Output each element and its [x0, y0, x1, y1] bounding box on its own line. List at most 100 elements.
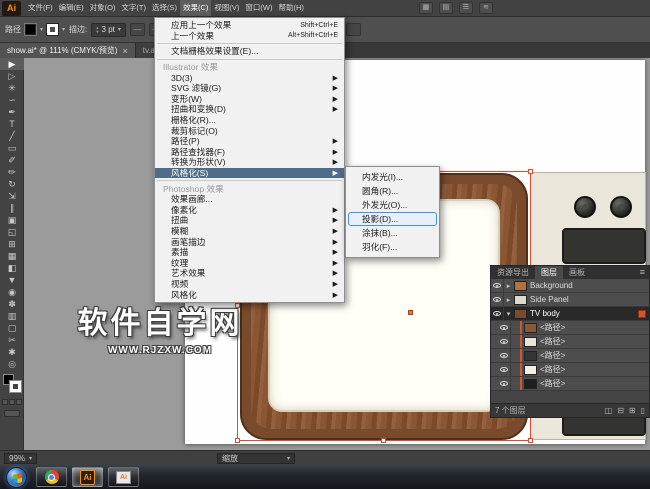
stylize-menu-item[interactable]: 涂抹(B)...: [348, 226, 437, 240]
visibility-eye-icon[interactable]: [491, 307, 504, 320]
status-tool-select[interactable]: 缩放 ▾: [217, 453, 295, 464]
menu-窗口(W)[interactable]: 窗口(W): [242, 0, 275, 16]
visibility-eye-icon[interactable]: [498, 349, 511, 362]
layer-thumbnail[interactable]: [524, 337, 537, 347]
stylize-menu-item[interactable]: 内发光(I)...: [348, 170, 437, 184]
blend-tool[interactable]: ◉: [0, 286, 24, 298]
effect-menu-item[interactable]: 风格化▶: [155, 289, 344, 300]
layer-row[interactable]: ▸ Side Panel: [491, 293, 649, 307]
panel-tab-图层[interactable]: 图层: [535, 266, 563, 279]
stroke-color-swatch[interactable]: [47, 24, 58, 35]
paintbrush-tool[interactable]: ✐: [0, 154, 24, 166]
layer-row[interactable]: <路径>: [491, 377, 649, 391]
pen-tool[interactable]: ✒: [0, 106, 24, 118]
zoom-level-select[interactable]: 99% ▾: [4, 453, 37, 464]
taskbar-document-button[interactable]: Ai: [108, 467, 139, 487]
effect-menu-item[interactable]: 文档栅格效果设置(E)...: [155, 46, 344, 57]
layer-thumbnail[interactable]: [524, 351, 537, 361]
layer-name[interactable]: <路径>: [540, 364, 565, 375]
isolate-options-icon[interactable]: [346, 23, 361, 36]
scale-tool[interactable]: ⇲: [0, 190, 24, 202]
visibility-eye-icon[interactable]: [491, 293, 504, 306]
layer-name[interactable]: <路径>: [540, 336, 565, 347]
layer-row[interactable]: ▾ TV body: [491, 307, 649, 321]
stylize-menu-item[interactable]: 羽化(F)...: [348, 240, 437, 254]
selection-handle[interactable]: [528, 169, 533, 174]
app-options-icon[interactable]: ≋: [479, 2, 493, 14]
selection-handle[interactable]: [381, 438, 386, 443]
type-tool[interactable]: T: [0, 118, 24, 130]
layer-name[interactable]: Side Panel: [530, 295, 569, 304]
stroke-swatch[interactable]: [10, 381, 21, 392]
make-clipping-mask-icon[interactable]: ◫: [605, 404, 613, 418]
visibility-eye-icon[interactable]: [491, 279, 504, 292]
stroke-caret-icon[interactable]: ▾: [62, 26, 65, 33]
layer-row[interactable]: <路径>: [491, 335, 649, 349]
effect-menu-item[interactable]: 风格化(S)▶: [155, 168, 344, 179]
menu-帮助(H)[interactable]: 帮助(H): [276, 0, 307, 16]
direct-selection-tool[interactable]: ▷: [0, 70, 24, 82]
layer-row[interactable]: <路径>: [491, 349, 649, 363]
visibility-eye-icon[interactable]: [498, 363, 511, 376]
menu-文件(F)[interactable]: 文件(F): [25, 0, 56, 16]
perspective-grid-tool[interactable]: ⊞: [0, 238, 24, 250]
visibility-eye-icon[interactable]: [498, 377, 511, 390]
rotate-tool[interactable]: ↻: [0, 178, 24, 190]
slice-tool[interactable]: ✂: [0, 334, 24, 346]
layer-row[interactable]: ▸Background: [491, 279, 649, 293]
taskbar-chrome-button[interactable]: [36, 467, 67, 487]
draw-normal-button[interactable]: [2, 399, 8, 405]
tv-speaker-top[interactable]: [562, 228, 646, 264]
line-segment-tool[interactable]: ╱: [0, 130, 24, 142]
tv-knob-right[interactable]: [610, 196, 632, 218]
stepper-icon[interactable]: ▴ ▾: [96, 26, 98, 34]
expand-caret-icon[interactable]: ▸: [504, 282, 513, 290]
column-graph-tool[interactable]: ▥: [0, 310, 24, 322]
taskbar-illustrator-button[interactable]: Ai: [72, 467, 103, 487]
width-profile-dropdown[interactable]: —: [130, 23, 145, 36]
mesh-tool[interactable]: ▦: [0, 250, 24, 262]
bridge-icon[interactable]: ▦: [419, 2, 433, 14]
width-tool[interactable]: ∥: [0, 202, 24, 214]
selection-tool[interactable]: ▶: [0, 58, 24, 70]
stroke-weight-input[interactable]: ▴ ▾ 3 pt ▾: [91, 23, 126, 37]
menu-效果(C)[interactable]: 效果(C): [180, 0, 211, 16]
expand-caret-icon[interactable]: ▸: [504, 296, 513, 304]
menu-视图(V)[interactable]: 视图(V): [211, 0, 242, 16]
tv-knob-left[interactable]: [574, 196, 596, 218]
layer-thumbnail[interactable]: [514, 281, 527, 291]
symbol-sprayer-tool[interactable]: ✽: [0, 298, 24, 310]
draw-inside-button[interactable]: [16, 399, 22, 405]
draw-behind-button[interactable]: [9, 399, 15, 405]
panel-tab-资源导出[interactable]: 资源导出: [491, 266, 535, 279]
stylize-menu-item[interactable]: 投影(D)...: [348, 212, 437, 226]
effect-menu-item[interactable]: 上一个效果Alt+Shift+Ctrl+E: [155, 31, 344, 42]
close-tab-icon[interactable]: ×: [123, 46, 128, 56]
layer-name[interactable]: <路径>: [540, 378, 565, 389]
layer-thumbnail[interactable]: [524, 379, 537, 389]
zoom-caret-icon[interactable]: ▾: [29, 455, 32, 462]
layer-thumbnail[interactable]: [524, 323, 537, 333]
layer-name[interactable]: <路径>: [540, 322, 565, 333]
rectangle-tool[interactable]: ▭: [0, 142, 24, 154]
layer-thumbnail[interactable]: [514, 309, 527, 319]
selection-handle[interactable]: [528, 438, 533, 443]
workspace-switcher-icon[interactable]: ☰: [459, 2, 473, 14]
shape-builder-tool[interactable]: ◱: [0, 226, 24, 238]
selection-handle[interactable]: [235, 438, 240, 443]
magic-wand-tool[interactable]: ✳: [0, 82, 24, 94]
menu-文字(T)[interactable]: 文字(T): [118, 0, 149, 16]
eyedropper-tool[interactable]: ▼: [0, 274, 24, 286]
layer-name[interactable]: TV body: [530, 309, 560, 318]
delete-layer-icon[interactable]: ▯: [641, 404, 645, 418]
visibility-eye-icon[interactable]: [498, 335, 511, 348]
pencil-tool[interactable]: ✏: [0, 166, 24, 178]
new-layer-icon[interactable]: ⊞: [629, 404, 636, 418]
layer-thumbnail[interactable]: [514, 295, 527, 305]
layer-thumbnail[interactable]: [524, 365, 537, 375]
panel-menu-icon[interactable]: ≡: [636, 266, 649, 279]
expand-caret-icon[interactable]: ▾: [504, 310, 513, 318]
free-transform-tool[interactable]: ▣: [0, 214, 24, 226]
layer-row[interactable]: <路径>: [491, 321, 649, 335]
zoom-tool[interactable]: ◎: [0, 358, 24, 370]
